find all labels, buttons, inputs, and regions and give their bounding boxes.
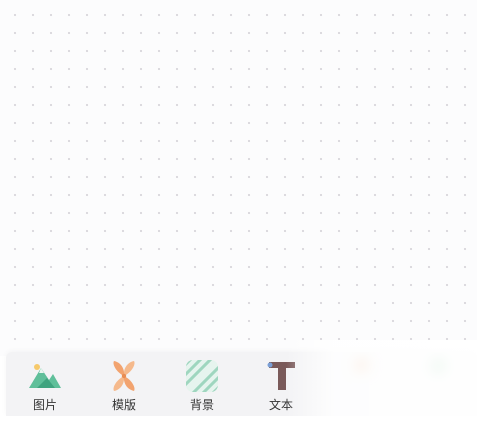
tool-template-label: 模版 xyxy=(111,398,136,412)
tool-blurred-green-button[interactable] xyxy=(404,358,474,414)
bottom-toolbar: 图片 模版 背景 文本 xyxy=(6,352,477,416)
orange-blurred-icon xyxy=(343,358,379,394)
tool-image-label: 图片 xyxy=(32,398,57,412)
green-blurred-icon xyxy=(421,358,457,394)
tool-text-button[interactable]: 文本 xyxy=(246,358,316,414)
dotted-canvas[interactable] xyxy=(0,0,477,356)
tool-text-label: 文本 xyxy=(268,398,293,412)
mountain-image-icon xyxy=(29,364,61,388)
tool-background-button[interactable]: 背景 xyxy=(167,358,237,414)
tool-image-button[interactable]: 图片 xyxy=(10,358,80,414)
text-t-icon xyxy=(267,362,295,390)
flower-template-icon xyxy=(113,361,135,391)
striped-background-icon xyxy=(186,360,218,392)
tool-blurred-orange-button[interactable] xyxy=(326,358,396,414)
tool-template-button[interactable]: 模版 xyxy=(89,358,159,414)
bottom-strip xyxy=(0,416,477,428)
tool-background-label: 背景 xyxy=(189,398,214,412)
